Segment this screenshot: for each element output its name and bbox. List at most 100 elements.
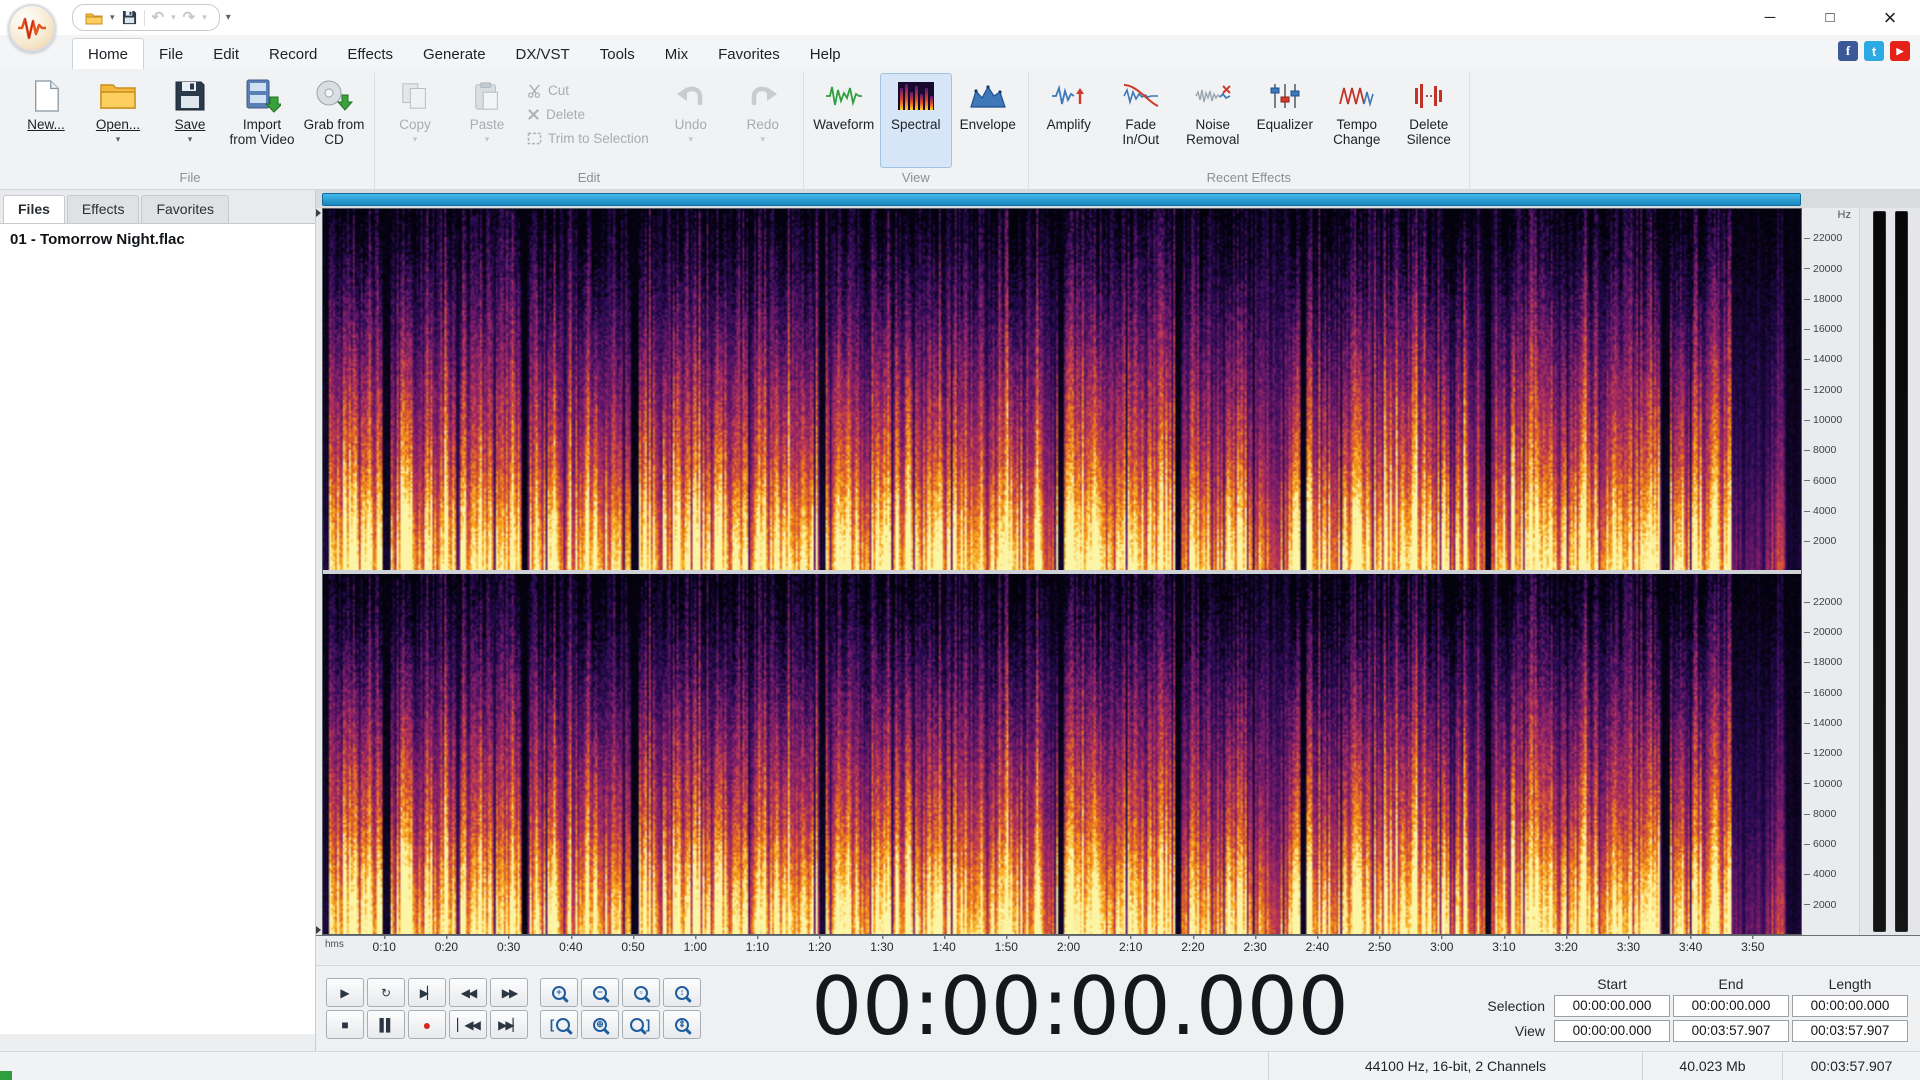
tab-home[interactable]: Home	[72, 38, 145, 69]
equalizer-button[interactable]: Equalizer	[1249, 73, 1321, 168]
zoom-vertical-out-button[interactable]: ⇕	[663, 1010, 701, 1039]
waveform-icon	[823, 78, 865, 114]
horizontal-scrollbar[interactable]	[322, 193, 1801, 206]
quick-access-toolbar: ▾ ↶ ▾ ↷ ▾	[72, 4, 220, 31]
file-list-item[interactable]: 01 - Tomorrow Night.flac	[0, 224, 315, 255]
app-logo-icon[interactable]	[8, 4, 56, 52]
tempo-change-button[interactable]: Tempo Change	[1321, 73, 1393, 168]
file-list: 01 - Tomorrow Night.flac	[0, 223, 315, 1034]
pause-button[interactable]: ▌▌	[367, 1010, 405, 1039]
view-start-field[interactable]: 00:00:00.000	[1554, 1019, 1670, 1042]
delete-silence-button[interactable]: Delete Silence	[1393, 73, 1465, 168]
go-to-start-button[interactable]: ▏◀◀	[449, 1010, 487, 1039]
timeline-ruler[interactable]: hms 0:10 0:20 0:30 0:40 0:50 1:00 1:10 1:20 1:30…	[316, 935, 1920, 965]
spectrogram-channel-left[interactable]	[323, 209, 1801, 570]
noise-removal-button[interactable]: Noise Removal	[1177, 73, 1249, 168]
youtube-icon[interactable]: ▶	[1890, 41, 1910, 61]
status-file-size: 40.023 Mb	[1642, 1052, 1782, 1080]
timeline-ticks: hms 0:10 0:20 0:30 0:40 0:50 1:00 1:10 1:20 1:30…	[322, 936, 1802, 965]
record-button[interactable]: ●	[408, 1010, 446, 1039]
new-button-label: New...	[27, 117, 65, 132]
open-icon[interactable]	[85, 11, 103, 25]
copy-label: Copy	[399, 117, 431, 132]
play-to-end-button[interactable]: ▶▏	[408, 978, 446, 1007]
undo-dropdown-icon: ▾	[688, 134, 694, 145]
tab-edit[interactable]: Edit	[198, 39, 254, 69]
delete-button: Delete	[527, 107, 649, 122]
panel-tab-effects[interactable]: Effects	[66, 195, 140, 223]
maximize-button[interactable]: □	[1800, 0, 1860, 35]
close-button[interactable]: ×	[1860, 0, 1920, 35]
workspace: Files Effects Favorites 01 - Tomorrow Ni…	[0, 190, 1920, 1051]
ribbon-group-recent-effects: Amplify Fade In/Out Noise Removal Equali…	[1029, 73, 1470, 189]
logo-waveform-icon	[18, 17, 46, 40]
open-button[interactable]: Open... ▾	[82, 73, 154, 168]
zoom-to-selection-button[interactable]: ▫	[622, 978, 660, 1007]
tab-tools[interactable]: Tools	[585, 39, 650, 69]
zoom-next-button[interactable]: ]	[622, 1010, 660, 1039]
new-button[interactable]: New...	[10, 73, 82, 168]
timeline-tick: 3:10	[1492, 936, 1516, 954]
fade-in-out-button[interactable]: Fade In/Out	[1105, 73, 1177, 168]
panel-tab-files[interactable]: Files	[3, 195, 65, 223]
tab-generate[interactable]: Generate	[408, 39, 501, 69]
transport-bar: ▶ ↻ ▶▏ ◀◀ ▶▶ ■ ▌▌ ● ▏◀◀ ▶▶▏ + − ▫ ↕ [⊕ …	[316, 965, 1920, 1051]
amplify-button[interactable]: Amplify	[1033, 73, 1105, 168]
waveform-view-button[interactable]: Waveform	[808, 73, 880, 168]
frequency-tick: 10000	[1804, 414, 1842, 426]
tab-favorites[interactable]: Favorites	[703, 39, 795, 69]
save-button-dropdown-icon[interactable]: ▾	[188, 134, 193, 144]
tab-effects[interactable]: Effects	[332, 39, 408, 69]
main-view: Hz 22000 20000 18000 16000 14000 12000 10000 80…	[316, 190, 1920, 1051]
facebook-icon[interactable]: f	[1838, 41, 1858, 61]
import-from-video-button[interactable]: Import from Video	[226, 73, 298, 168]
tab-dxvst[interactable]: DX/VST	[501, 39, 585, 69]
view-end-field[interactable]: 00:03:57.907	[1673, 1019, 1789, 1042]
tab-mix[interactable]: Mix	[650, 39, 703, 69]
stop-button[interactable]: ■	[326, 1010, 364, 1039]
undo-icon: ↶	[151, 9, 165, 26]
toolbar-separator	[143, 9, 145, 26]
zoom-previous-button[interactable]: [	[540, 1010, 578, 1039]
save-floppy-icon	[169, 78, 211, 114]
minimize-button[interactable]: ─	[1740, 0, 1800, 35]
twitter-icon[interactable]: t	[1864, 41, 1884, 61]
loop-play-button[interactable]: ↻	[367, 978, 405, 1007]
level-meter-left	[1872, 211, 1886, 932]
tab-help[interactable]: Help	[795, 39, 856, 69]
zoom-vertical-in-button[interactable]: ↕	[663, 978, 701, 1007]
open-button-dropdown-icon[interactable]: ▾	[116, 134, 121, 144]
open-dropdown-icon[interactable]: ▾	[110, 12, 115, 23]
zoom-out-button[interactable]: −	[581, 978, 619, 1007]
trim-to-selection-label: Trim to Selection	[548, 131, 649, 146]
trim-to-selection-button: Trim to Selection	[527, 131, 649, 146]
redo-icon: ↷	[182, 9, 196, 26]
tab-record[interactable]: Record	[254, 39, 332, 69]
rewind-button[interactable]: ◀◀	[449, 978, 487, 1007]
zoom-in-button[interactable]: +	[540, 978, 578, 1007]
selection-end-field[interactable]: 00:00:00.000	[1673, 994, 1789, 1017]
import-from-video-label: Import from Video	[229, 117, 295, 148]
spectrogram-channel-right[interactable]	[323, 573, 1801, 934]
status-spacer	[0, 1052, 1268, 1080]
timeline-tick: 1:20	[807, 936, 832, 954]
save-icon[interactable]	[122, 10, 137, 25]
save-button-label: Save	[174, 117, 206, 132]
grab-from-cd-button[interactable]: Grab from CD	[298, 73, 370, 168]
panel-tab-favorites[interactable]: Favorites	[141, 195, 230, 223]
play-button[interactable]: ▶	[326, 978, 364, 1007]
toolbar-customize-icon[interactable]: ▾	[226, 12, 231, 23]
spectral-view-button[interactable]: Spectral	[879, 73, 952, 168]
envelope-view-button[interactable]: Envelope	[952, 73, 1024, 168]
selection-length-field[interactable]: 00:00:00.000	[1792, 994, 1908, 1017]
go-to-end-button[interactable]: ▶▶▏	[490, 1010, 528, 1039]
frequency-ruler-channel-left: 22000 20000 18000 16000 14000 12000 10000 8000 6…	[1802, 208, 1859, 572]
selection-start-field[interactable]: 00:00:00.000	[1554, 994, 1670, 1017]
tab-file[interactable]: File	[144, 39, 198, 69]
view-length-field[interactable]: 00:03:57.907	[1792, 1019, 1908, 1042]
timeline-tick: 1:00	[683, 936, 707, 954]
save-button[interactable]: Save ▾	[154, 73, 226, 168]
zoom-full-button[interactable]: ⊕	[581, 1010, 619, 1039]
fast-forward-button[interactable]: ▶▶	[490, 978, 528, 1007]
frequency-tick: 22000	[1804, 232, 1842, 244]
